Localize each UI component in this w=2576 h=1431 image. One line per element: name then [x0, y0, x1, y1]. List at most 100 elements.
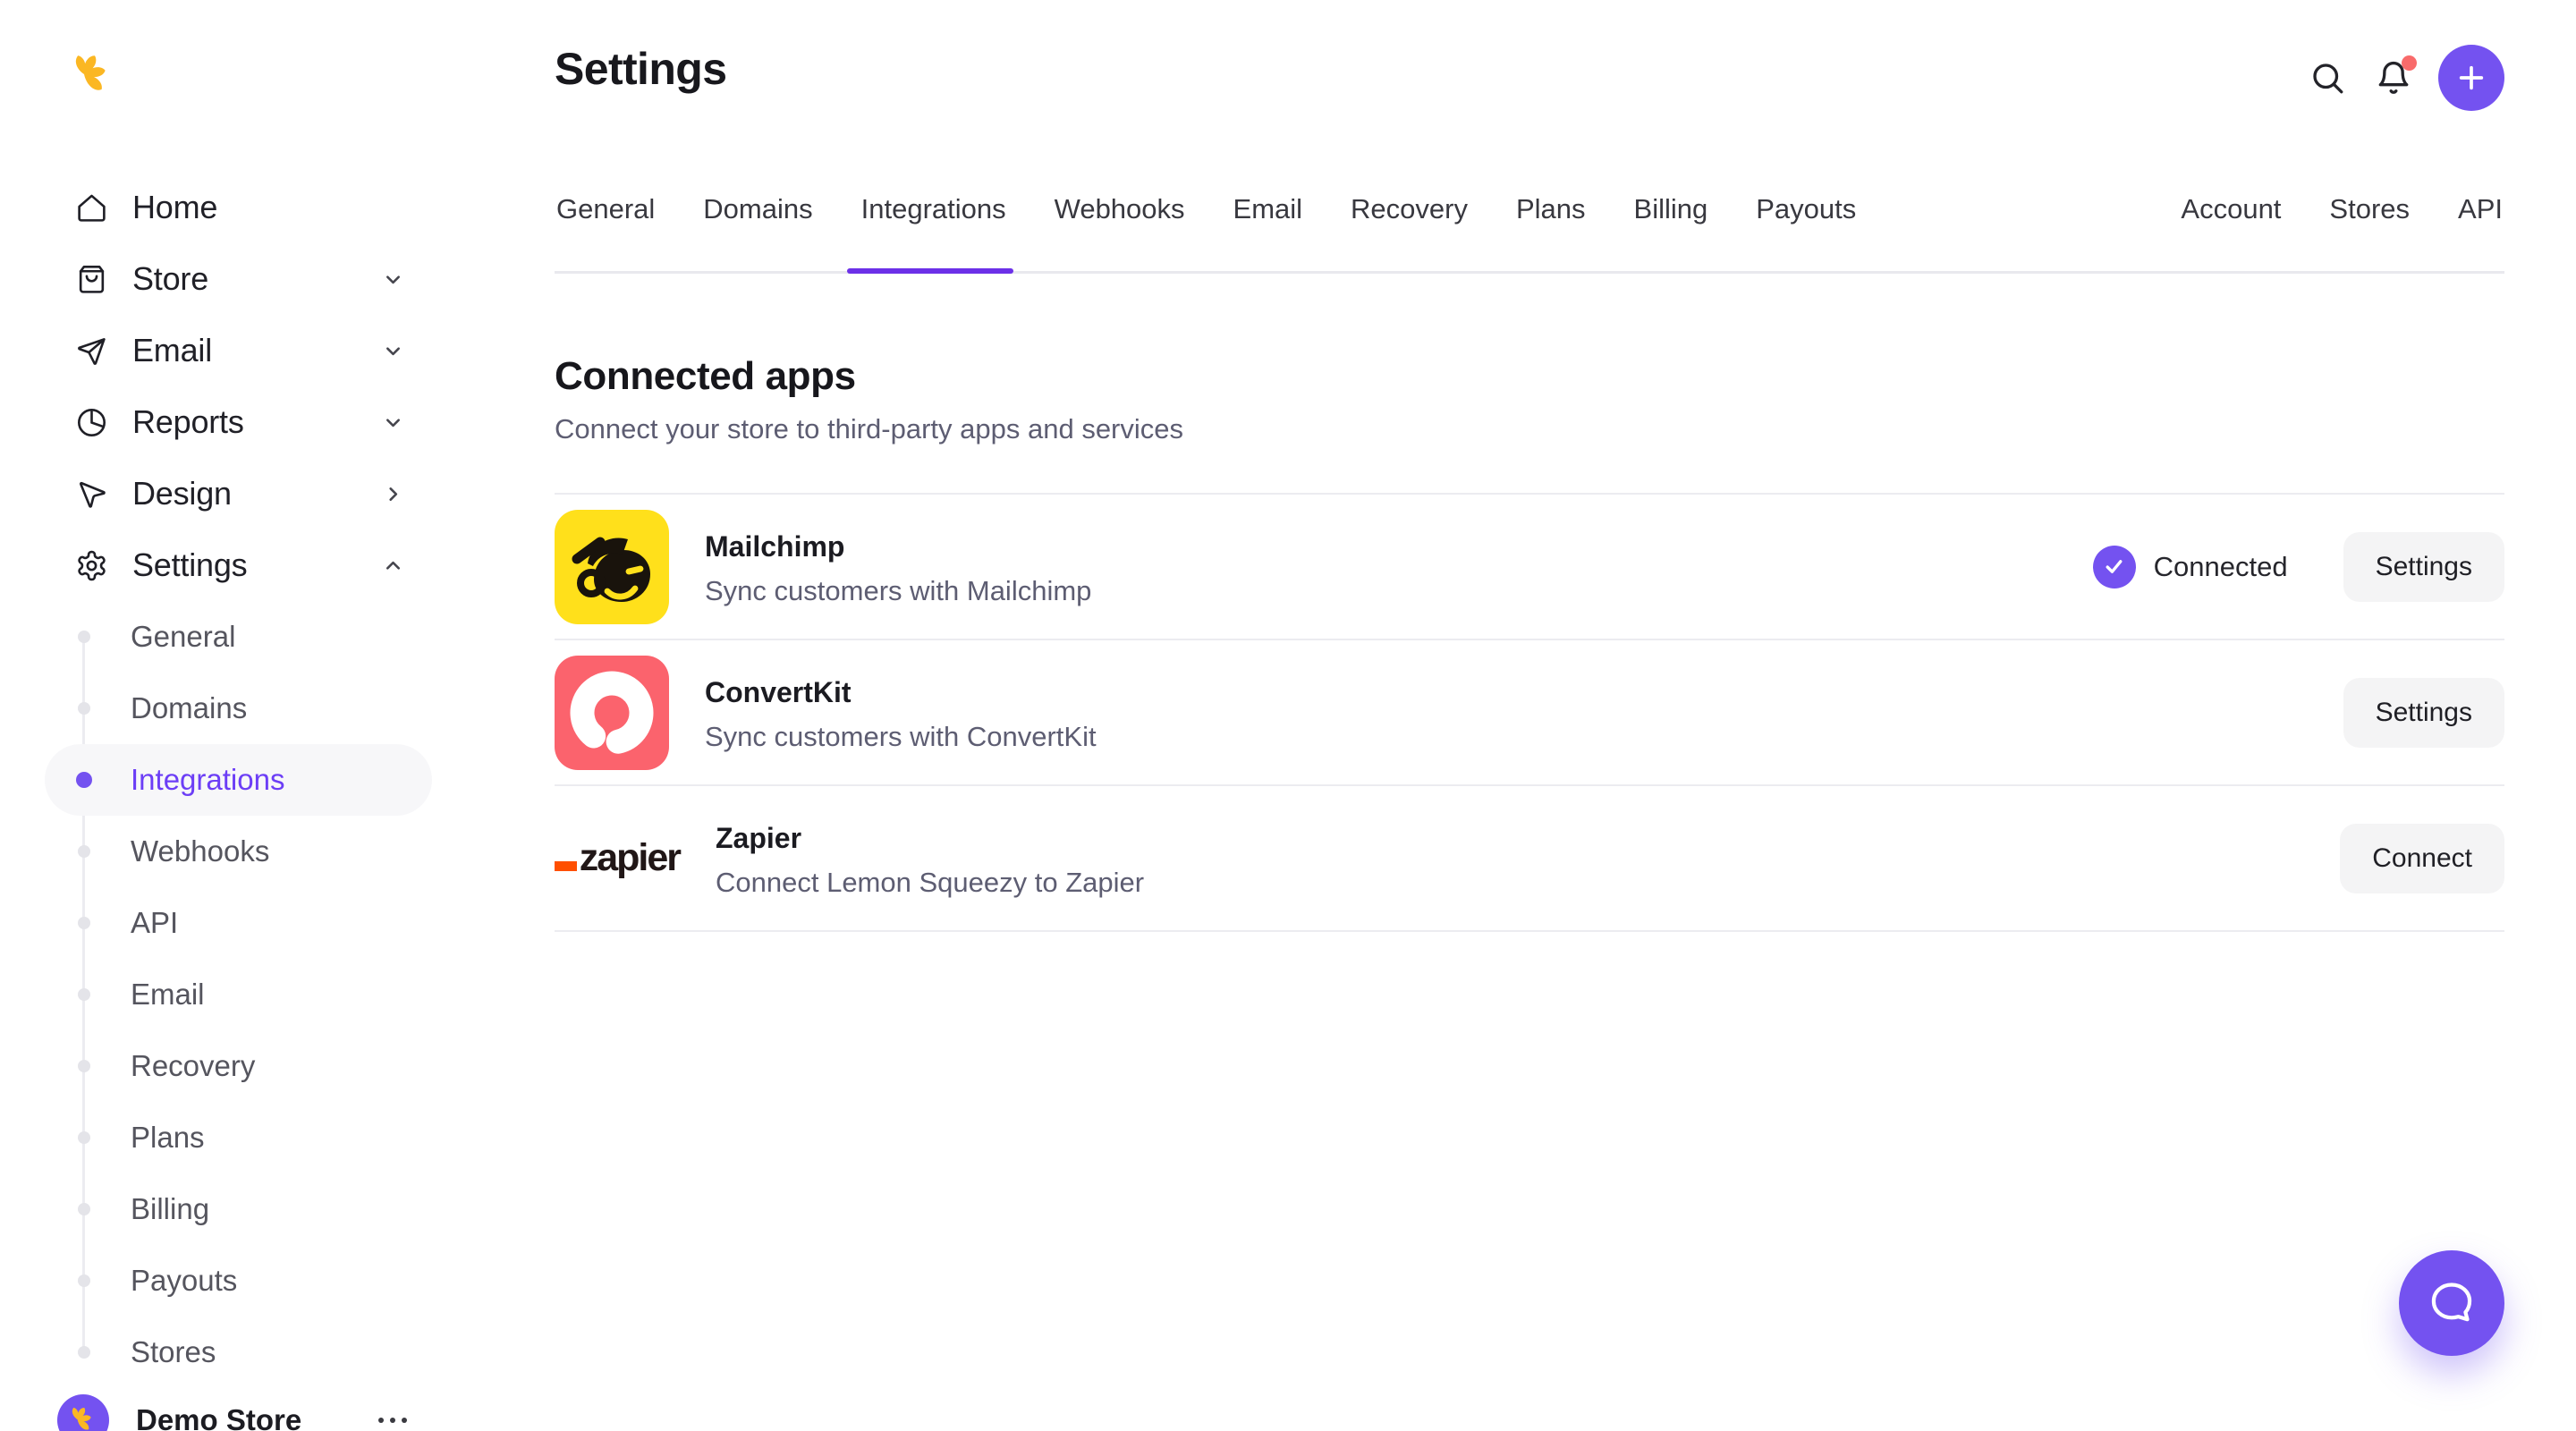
- chat-bubble-icon: [2431, 1283, 2472, 1322]
- cursor-icon: [75, 478, 108, 511]
- app-name: ConvertKit: [705, 675, 852, 708]
- reports-icon: [75, 406, 108, 439]
- bullet-dot: [78, 1203, 90, 1215]
- app-row-zapier: zapier Zapier Connect Lemon Squeezy to Z…: [555, 786, 2504, 932]
- store-switcher[interactable]: Demo Store: [45, 1384, 432, 1431]
- help-chat-button[interactable]: [2399, 1250, 2504, 1356]
- gear-icon: [75, 549, 108, 582]
- submenu-item-stores[interactable]: Stores: [45, 1317, 432, 1388]
- app-description: Sync customers with Mailchimp: [705, 574, 1092, 606]
- tab-domains[interactable]: Domains: [701, 170, 814, 271]
- convertkit-settings-button[interactable]: Settings: [2343, 677, 2504, 748]
- chevron-up-icon: [381, 554, 405, 578]
- app-screen: Home Store Email Reports Design Settings…: [0, 0, 2576, 1431]
- bag-icon: [75, 263, 108, 296]
- search-button[interactable]: [2308, 58, 2347, 97]
- tab-stores[interactable]: Stores: [2327, 170, 2411, 271]
- sidebar-item-label: Reports: [132, 403, 244, 440]
- chevron-right-icon: [381, 482, 405, 506]
- chevron-down-icon: [381, 339, 405, 363]
- bullet-dot: [78, 1060, 90, 1072]
- tab-billing[interactable]: Billing: [1632, 170, 1710, 271]
- tab-general[interactable]: General: [555, 170, 657, 271]
- sidebar-item-home[interactable]: Home: [45, 172, 432, 243]
- submenu-label: API: [131, 906, 179, 939]
- store-avatar: [57, 1394, 109, 1431]
- tab-payouts[interactable]: Payouts: [1754, 170, 1858, 271]
- submenu-label: Recovery: [131, 1049, 256, 1082]
- chevron-down-icon: [381, 267, 405, 292]
- submenu-label: Email: [131, 978, 205, 1011]
- tab-recovery[interactable]: Recovery: [1349, 170, 1470, 271]
- submenu-label: Webhooks: [131, 834, 270, 868]
- lemon-squeezy-logo[interactable]: [75, 50, 111, 102]
- check-icon: [2092, 545, 2136, 588]
- submenu-label: Integrations: [131, 763, 285, 796]
- app-actions: Connected Settings: [2092, 531, 2504, 602]
- submenu-item-general[interactable]: General: [45, 601, 432, 673]
- section-subtitle: Connect your store to third-party apps a…: [555, 413, 1184, 445]
- tab-email[interactable]: Email: [1232, 170, 1305, 271]
- mailchimp-icon: [555, 509, 669, 624]
- submenu-item-integrations[interactable]: Integrations: [45, 744, 432, 816]
- sidebar-item-store[interactable]: Store: [45, 243, 432, 315]
- tabs-right-group: Account Stores API: [2179, 170, 2504, 271]
- submenu-label: Domains: [131, 691, 248, 724]
- submenu-item-domains[interactable]: Domains: [45, 673, 432, 744]
- submenu-item-email[interactable]: Email: [45, 959, 432, 1030]
- app-actions: Connect: [2340, 823, 2504, 893]
- sidebar-item-settings[interactable]: Settings: [45, 529, 432, 601]
- tab-webhooks[interactable]: Webhooks: [1053, 170, 1187, 271]
- connected-status-badge: Connected: [2092, 545, 2288, 588]
- app-row-mailchimp: Mailchimp Sync customers with Mailchimp …: [555, 495, 2504, 640]
- settings-tabbar: General Domains Integrations Webhooks Em…: [555, 170, 2504, 274]
- submenu-item-webhooks[interactable]: Webhooks: [45, 816, 432, 887]
- submenu-label: Payouts: [131, 1264, 238, 1297]
- mailchimp-settings-button[interactable]: Settings: [2343, 531, 2504, 602]
- app-description: Sync customers with ConvertKit: [705, 720, 1097, 752]
- submenu-item-payouts[interactable]: Payouts: [45, 1245, 432, 1317]
- submenu-label: Plans: [131, 1121, 205, 1154]
- app-actions: Settings: [2343, 677, 2504, 748]
- tab-integrations[interactable]: Integrations: [846, 170, 1013, 274]
- submenu-item-plans[interactable]: Plans: [45, 1102, 432, 1173]
- tabs-left-group: General Domains Integrations Webhooks Em…: [555, 170, 1858, 274]
- topbar-actions: [2308, 45, 2504, 111]
- sidebar-item-email[interactable]: Email: [45, 315, 432, 386]
- create-new-button[interactable]: [2438, 45, 2504, 111]
- app-description: Connect Lemon Squeezy to Zapier: [716, 866, 1145, 898]
- sidebar-item-label: Design: [132, 475, 232, 512]
- settings-submenu: General Domains Integrations Webhooks AP…: [45, 601, 432, 1388]
- convertkit-icon: [555, 655, 669, 770]
- tab-api[interactable]: API: [2456, 170, 2504, 271]
- bullet-dot: [78, 1274, 90, 1287]
- zapier-connect-button[interactable]: Connect: [2340, 823, 2504, 893]
- home-icon: [75, 191, 108, 224]
- app-row-convertkit: ConvertKit Sync customers with ConvertKi…: [555, 640, 2504, 786]
- sidebar-item-label: Store: [132, 260, 209, 297]
- sidebar-item-label: Settings: [132, 546, 248, 583]
- app-name: Mailchimp: [705, 529, 845, 563]
- bullet-dot: [78, 1131, 90, 1144]
- status-label: Connected: [2153, 550, 2288, 582]
- submenu-item-billing[interactable]: Billing: [45, 1173, 432, 1245]
- zapier-underscore-mark: [555, 861, 577, 871]
- chevron-down-icon: [381, 411, 405, 435]
- bullet-dot-active: [76, 772, 92, 788]
- more-menu-icon[interactable]: [378, 1418, 407, 1423]
- submenu-item-recovery[interactable]: Recovery: [45, 1030, 432, 1102]
- tab-plans[interactable]: Plans: [1514, 170, 1588, 271]
- store-name: Demo Store: [136, 1403, 302, 1431]
- submenu-item-api[interactable]: API: [45, 887, 432, 959]
- sidebar-item-reports[interactable]: Reports: [45, 386, 432, 458]
- sidebar-item-design[interactable]: Design: [45, 458, 432, 529]
- send-icon: [75, 334, 108, 368]
- notifications-button[interactable]: [2374, 55, 2417, 97]
- bullet-dot: [78, 988, 90, 1001]
- tab-account[interactable]: Account: [2179, 170, 2283, 271]
- bullet-dot: [78, 917, 90, 929]
- bullet-dot: [78, 702, 90, 715]
- bullet-dot: [78, 631, 90, 643]
- lemon-petals-icon: [75, 55, 106, 90]
- page-title: Settings: [555, 44, 727, 94]
